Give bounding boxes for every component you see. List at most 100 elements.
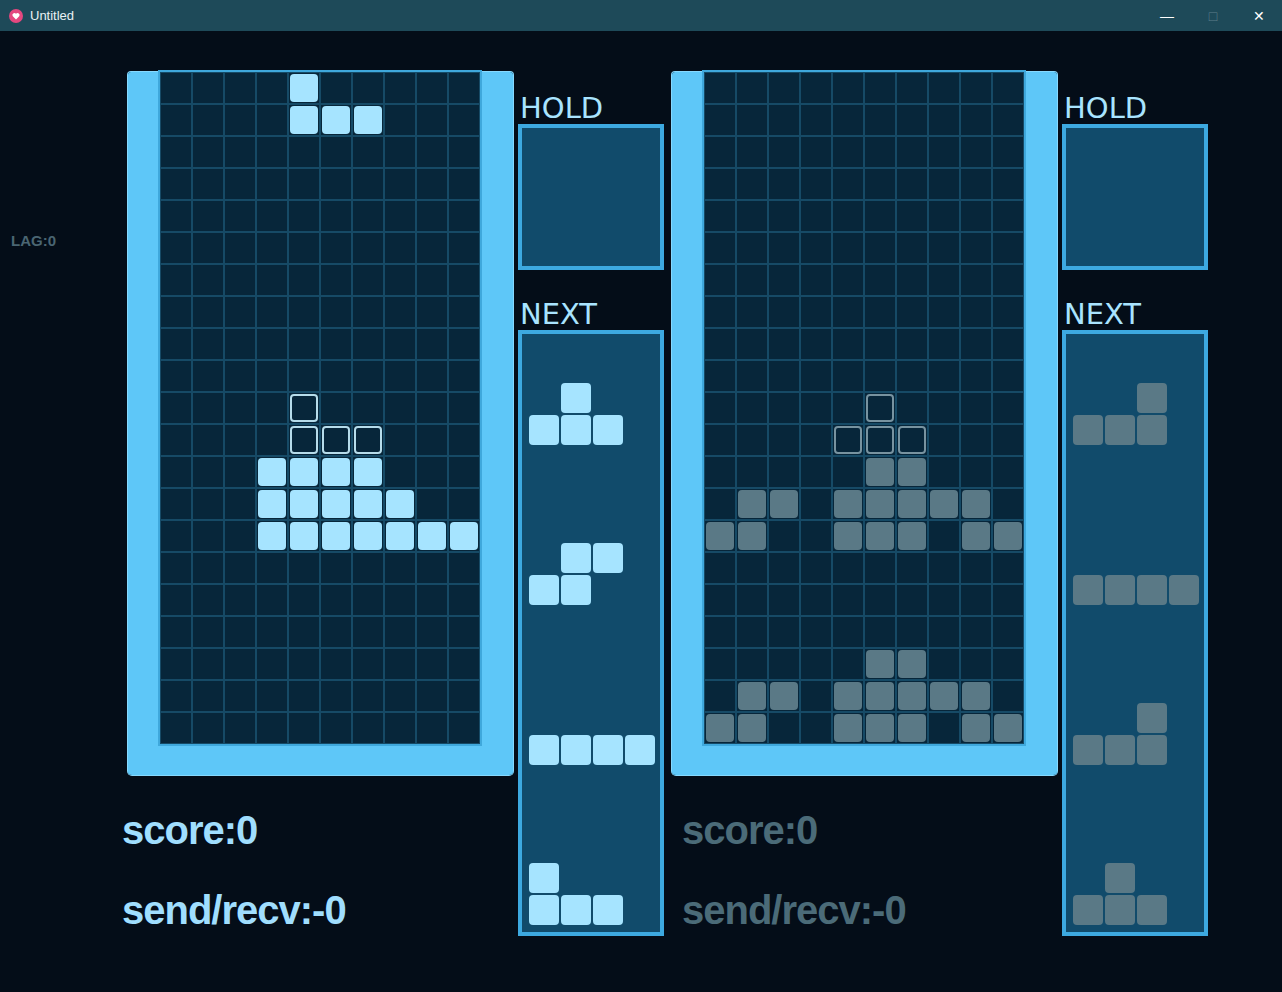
board-cell [736,488,768,520]
piece-cell [1072,414,1104,446]
piece-cell [592,894,624,926]
board-cell [992,392,1024,424]
board-cell [960,552,992,584]
board-cell [832,72,864,104]
piece-block [1169,575,1199,605]
board-cell [864,616,896,648]
board-cell [768,520,800,552]
board-cell [448,392,480,424]
board-cell [160,72,192,104]
window-control[interactable]: ✕ [1236,0,1282,31]
locked-block [386,522,414,550]
board-cell [256,680,288,712]
board-cell [896,648,928,680]
next-piece [528,862,660,926]
window-control[interactable]: — [1144,0,1190,31]
piece-cell [1104,894,1136,926]
locked-block [706,522,734,550]
board-cell [736,424,768,456]
board-cell [704,616,736,648]
board-cell [160,136,192,168]
board-cell [768,456,800,488]
board-cell [704,424,736,456]
board-cell [800,584,832,616]
board-cell [192,328,224,360]
board-cell [928,424,960,456]
board-cell [160,168,192,200]
board-cell [864,456,896,488]
board-cell [192,680,224,712]
locked-block [322,458,350,486]
board-cell [224,712,256,744]
board-cell [192,136,224,168]
board-cell [800,648,832,680]
board-cell [416,328,448,360]
board-cell [192,584,224,616]
board-cell [768,584,800,616]
board-cell [832,168,864,200]
board-cell [832,136,864,168]
board-cell [192,488,224,520]
piece-grid [528,542,624,606]
piece-grid [528,862,624,926]
board-cell [320,616,352,648]
board-cell [896,520,928,552]
locked-block [738,522,766,550]
board-cell [256,264,288,296]
board-cell [352,488,384,520]
board-cell [160,104,192,136]
board-cell [768,616,800,648]
board-cell [992,648,1024,680]
board-cell [704,360,736,392]
piece-cell [528,894,560,926]
board-cell [768,232,800,264]
board-cell [448,552,480,584]
board-cell [416,520,448,552]
board-cell [416,296,448,328]
board-cell [192,168,224,200]
board-cell [384,360,416,392]
board-cell [960,456,992,488]
locked-block [834,490,862,518]
board-cell [192,72,224,104]
board-cell [864,520,896,552]
board-cell [256,200,288,232]
locked-block [354,458,382,486]
next-label: NEXT [518,300,664,330]
locked-block [834,714,862,742]
piece-block [561,383,591,413]
board-cell [800,712,832,744]
board-cell [288,584,320,616]
board-cell [896,200,928,232]
board-cell [960,424,992,456]
board-cell [736,552,768,584]
board-cell [192,200,224,232]
locked-block [898,522,926,550]
board-cell [384,392,416,424]
ghost-block [866,394,894,422]
board-cell [896,712,928,744]
board-cell [960,328,992,360]
board-cell [384,488,416,520]
locked-block [994,522,1022,550]
board-cell [992,456,1024,488]
board-cell [224,136,256,168]
board-cell [896,616,928,648]
board-cell [928,680,960,712]
board-cell [256,136,288,168]
locked-block [738,714,766,742]
board-cell [384,168,416,200]
piece-cell [592,574,624,606]
board-cell [448,296,480,328]
locked-block [866,458,894,486]
board-cell [992,488,1024,520]
board-cell [928,264,960,296]
board-cell [864,584,896,616]
board-cell [160,232,192,264]
board-cell [992,104,1024,136]
board-cell [448,328,480,360]
board-cell [320,200,352,232]
board-cell [704,712,736,744]
board-cell [224,520,256,552]
board-cell [448,520,480,552]
